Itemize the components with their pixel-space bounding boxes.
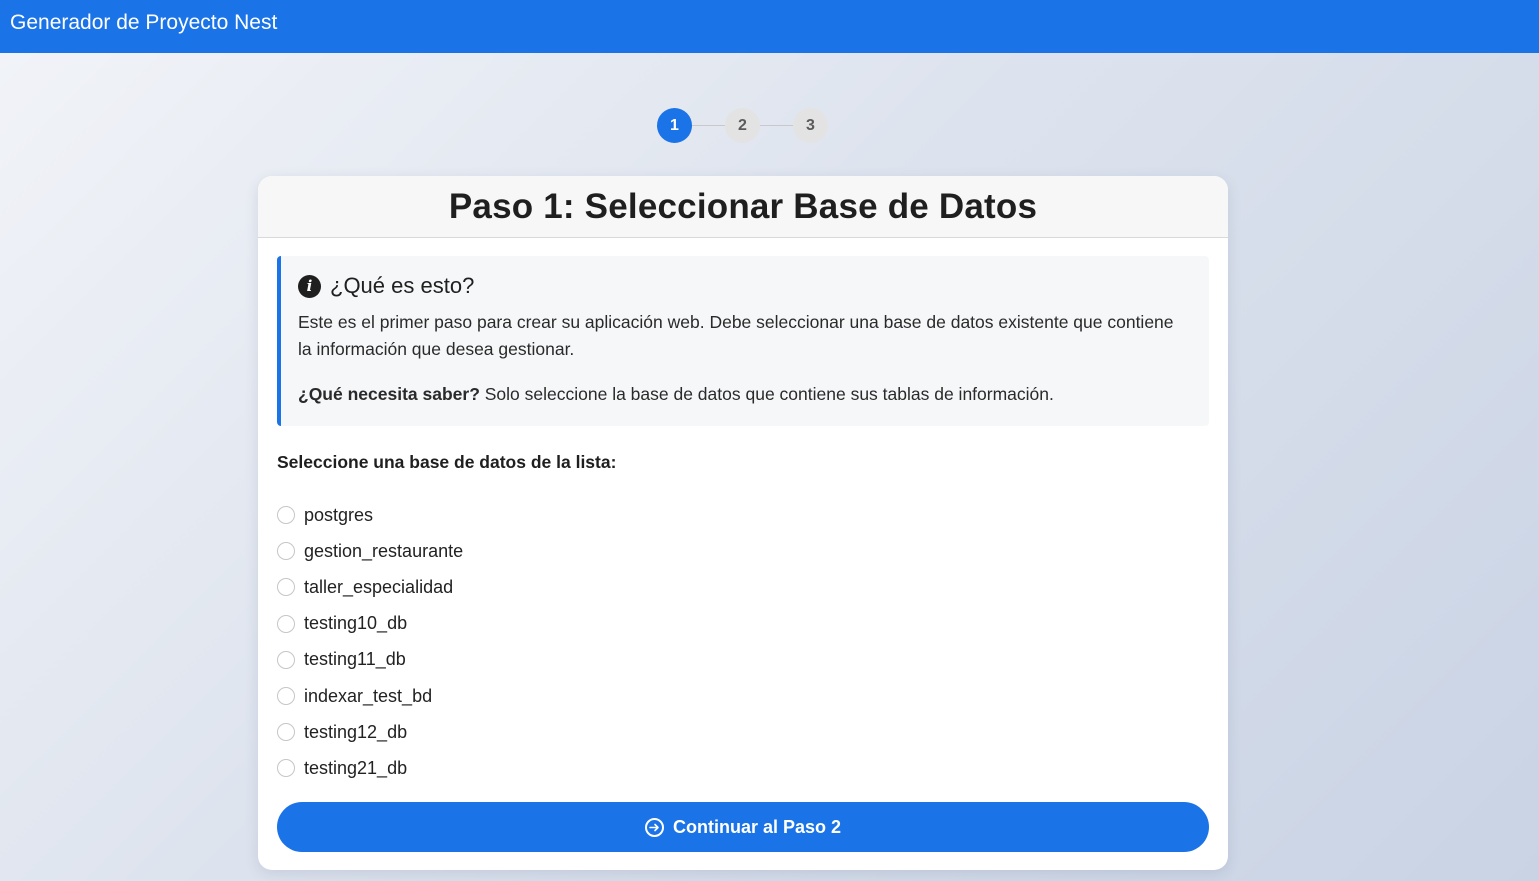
top-navbar: Generador de Proyecto Nest [0, 0, 1539, 53]
radio-button[interactable] [277, 723, 295, 742]
database-option[interactable]: testing11_db [277, 642, 1209, 678]
card-body: i ¿Qué es esto? Este es el primer paso p… [258, 238, 1228, 787]
step-connector [692, 125, 725, 126]
database-option[interactable]: testing10_db [277, 606, 1209, 642]
database-option[interactable]: indexar_test_bd [277, 678, 1209, 714]
step-2-indicator: 2 [725, 108, 760, 143]
continue-button-label[interactable]: Continuar al Paso 2 [673, 817, 841, 838]
database-option[interactable]: gestion_restaurante [277, 533, 1209, 569]
radio-button[interactable] [277, 578, 295, 597]
database-option-label[interactable]: testing21_db [304, 758, 407, 779]
app-title[interactable]: Generador de Proyecto Nest [10, 11, 277, 35]
radio-button[interactable] [277, 650, 295, 669]
info-icon: i [298, 274, 321, 298]
radio-button[interactable] [277, 614, 295, 633]
step-1-indicator: 1 [657, 108, 692, 143]
step-3-indicator: 3 [793, 108, 828, 143]
continue-button[interactable]: Continuar al Paso 2 [277, 802, 1209, 852]
page-title: Paso 1: Seleccionar Base de Datos [448, 186, 1038, 226]
arrow-right-circle-icon [644, 817, 664, 837]
info-box: i ¿Qué es esto? Este es el primer paso p… [277, 256, 1209, 426]
card-header: Paso 1: Seleccionar Base de Datos [258, 176, 1228, 238]
database-option[interactable]: testing12_db [277, 714, 1209, 750]
radio-button[interactable] [277, 687, 295, 706]
database-option-label[interactable]: indexar_test_bd [304, 686, 432, 707]
database-radio-list: postgres gestion_restaurante taller_espe… [277, 497, 1209, 787]
database-option[interactable]: taller_especialidad [277, 569, 1209, 605]
database-option-label[interactable]: testing12_db [304, 722, 407, 743]
info-heading: i ¿Qué es esto? [298, 273, 1189, 299]
info-question-label: ¿Qué necesita saber? [298, 384, 480, 404]
info-heading-text: ¿Qué es esto? [330, 273, 475, 298]
database-option-label[interactable]: gestion_restaurante [304, 541, 463, 562]
database-option-label[interactable]: testing11_db [304, 649, 406, 670]
info-question-text: Solo seleccione la base de datos que con… [479, 384, 1054, 404]
database-option-label[interactable]: postgres [304, 505, 373, 526]
info-description: Este es el primer paso para crear su apl… [298, 312, 1174, 359]
step-card: Paso 1: Seleccionar Base de Datos i ¿Qué… [258, 176, 1228, 870]
step-connector [760, 125, 793, 126]
info-question: ¿Qué necesita saber? Solo seleccione la … [298, 381, 1189, 408]
radio-button[interactable] [277, 506, 295, 525]
database-option[interactable]: testing21_db [277, 750, 1209, 786]
database-option-label[interactable]: testing10_db [304, 613, 407, 634]
database-option[interactable]: postgres [277, 497, 1209, 533]
stepper: 1 2 3 [657, 108, 828, 143]
database-option-label[interactable]: taller_especialidad [304, 577, 453, 598]
radio-button[interactable] [277, 542, 295, 561]
database-select-label: Seleccione una base de datos de la lista… [277, 452, 617, 472]
radio-button[interactable] [277, 759, 295, 778]
